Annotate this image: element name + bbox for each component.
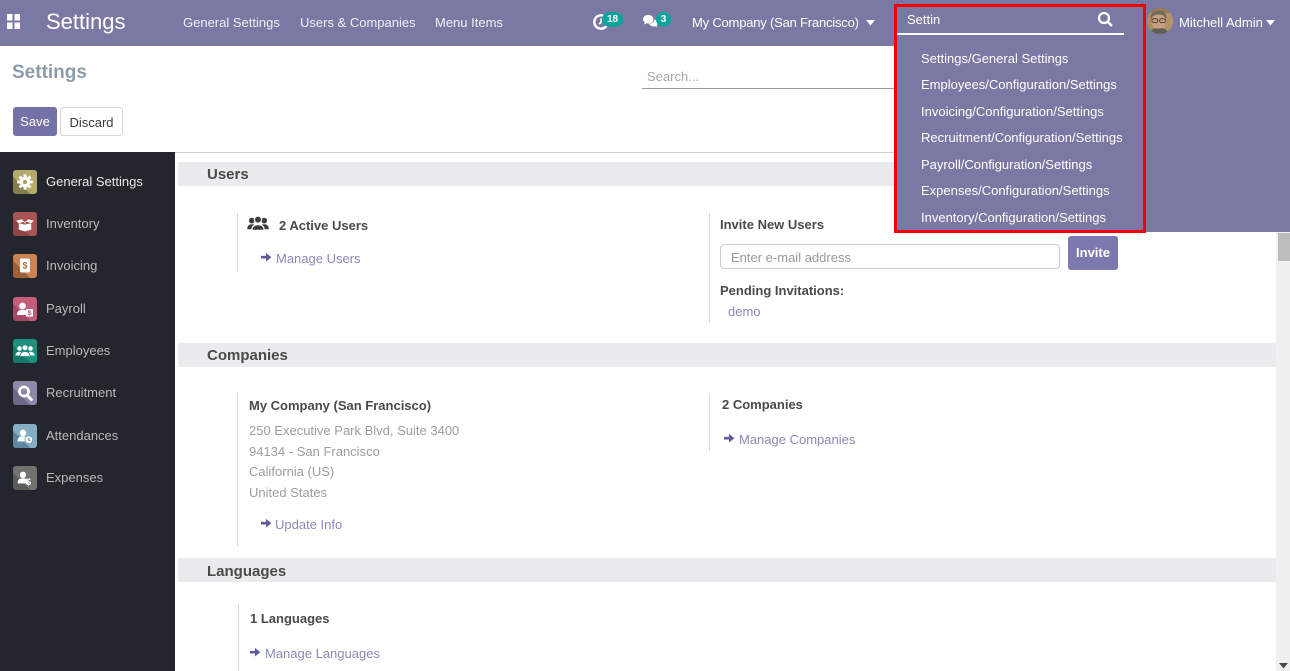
svg-text:$: $: [26, 477, 31, 487]
svg-text:$: $: [22, 261, 27, 271]
svg-text:$: $: [28, 310, 32, 317]
